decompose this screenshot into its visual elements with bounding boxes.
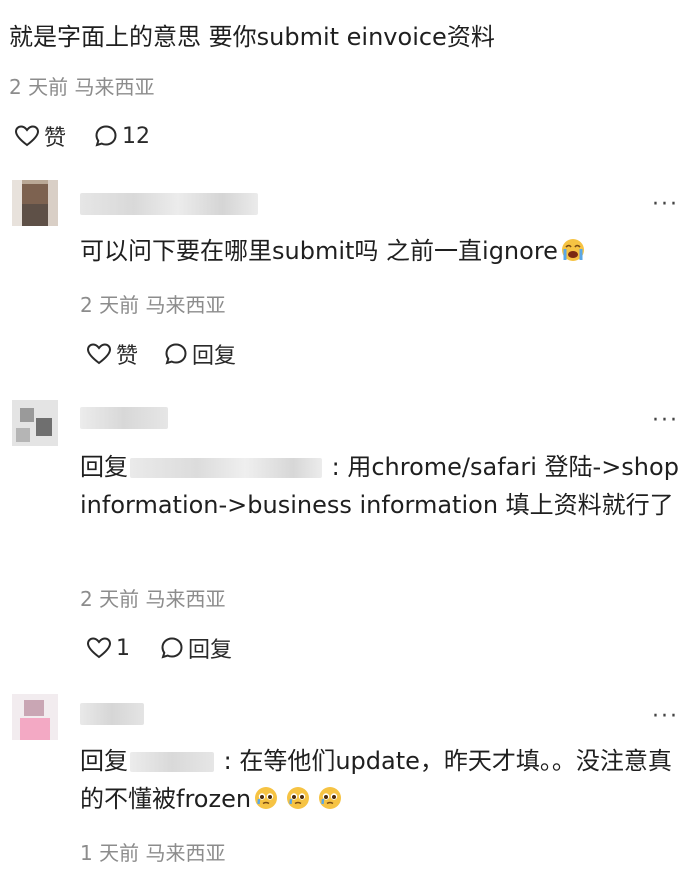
like-button[interactable]: 赞 [14,120,66,152]
more-options-button[interactable]: ··· [652,706,679,728]
like-label: 赞 [116,344,139,369]
comment-text: 回复 : 在等他们update，昨天才填。。没注意真的不懂被frozen [80,747,672,813]
comment-text: 可以问下要在哪里submit吗 之前一直ignore [80,232,685,270]
mentioned-username[interactable] [130,458,322,478]
comment-button[interactable]: 12 [94,124,150,149]
more-options-button[interactable]: ··· [652,410,679,432]
reply-button[interactable]: 回复 [160,632,232,664]
username[interactable] [80,407,168,429]
comment-bubble-icon [161,637,183,659]
pleading-face-emoji-icon [287,787,310,809]
like-button[interactable]: 1 [86,636,130,661]
post-meta: 2 天前 马来西亚 [9,75,155,99]
comment-meta: 1 天前 马来西亚 [80,841,226,865]
comment-actions: 赞 回复 [86,338,236,370]
avatar[interactable] [12,180,58,226]
avatar[interactable] [12,400,58,446]
comment-bubble-icon [95,125,117,147]
like-count: 1 [116,635,130,661]
reply-label: 回复 [188,638,233,663]
crying-face-emoji-icon [561,239,584,261]
avatar[interactable] [12,694,58,740]
comment-text: 回复 : 用chrome/safari 登陆->shop information… [80,453,679,519]
more-options-button[interactable]: ··· [652,194,679,216]
comment-meta: 2 天前 马来西亚 [80,293,226,317]
reply-button[interactable]: 回复 [164,338,236,370]
post-actions: 赞 12 [14,120,150,152]
comment-meta: 2 天前 马来西亚 [80,587,226,611]
like-button[interactable]: 赞 [86,338,138,370]
comment-count: 12 [122,123,151,149]
username[interactable] [80,703,144,725]
heart-icon [14,125,40,147]
username[interactable] [80,193,258,215]
heart-icon [86,343,112,365]
comment-actions: 1 回复 [86,632,232,664]
comment-bubble-icon [165,343,187,365]
pleading-face-emoji-icon [319,787,342,809]
mentioned-username[interactable] [130,752,214,772]
pleading-face-emoji-icon [255,787,278,809]
like-label: 赞 [44,126,67,151]
heart-icon [86,637,112,659]
post-text: 就是字面上的意思 要你submit einvoice资料 [9,23,495,51]
reply-label: 回复 [192,344,237,369]
